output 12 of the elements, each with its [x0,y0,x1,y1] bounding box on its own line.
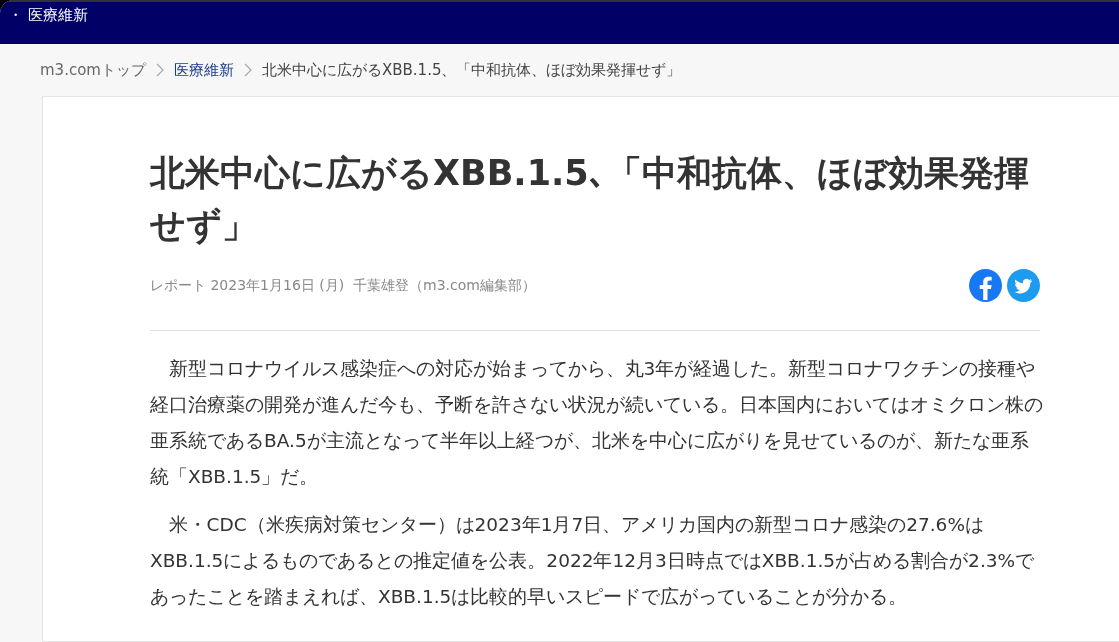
twitter-icon[interactable] [1007,269,1040,302]
window-title: ・ 医療維新 [8,6,88,25]
breadcrumb-current: 北米中心に広がるXBB.1.5、「中和抗体、ほぼ効果発揮せず」 [261,60,682,80]
chevron-icon [155,63,164,77]
chevron-icon [243,63,252,77]
article-meta: レポート 2023年1月16日 (月) 千葉雄登（m3.com編集部） [150,276,536,295]
facebook-icon[interactable] [969,269,1002,302]
article-paragraph: 米・CDC（米疾病対策センター）は2023年1月7日、アメリカ国内の新型コロナ感染の27.6%はXBB.1.5によるものであるとの推定値を公表。2022年12月3日時点ではXBB.1.5が占める割合が2.3%であったことを踏まえれば、XBB.1.5は比較的早いスピードで広がっていることが分かる。 [150,513,1036,609]
breadcrumb-link[interactable]: m3.comトップ [40,60,146,80]
breadcrumb-link[interactable]: 医療維新 [173,60,234,80]
article-title: 北米中心に広がるXBB.1.5､「中和抗体、ほぼ効果発揮せず」 [150,152,1030,247]
article-paragraph: 新型コロナウイルス感染症への対応が始まってから、丸3年が経過した。新型コロナワクチンの接種や経口治療薬の開発が進んだ今も、予断を許さない状況が続いている。日本国内においてはオミクロン株の亜系統であるBA.5が主流となって半年以上経つが、北米を中心に広がりを見せているのが、新たな亜系統「XBB.1.5」だ。 [150,357,1043,489]
